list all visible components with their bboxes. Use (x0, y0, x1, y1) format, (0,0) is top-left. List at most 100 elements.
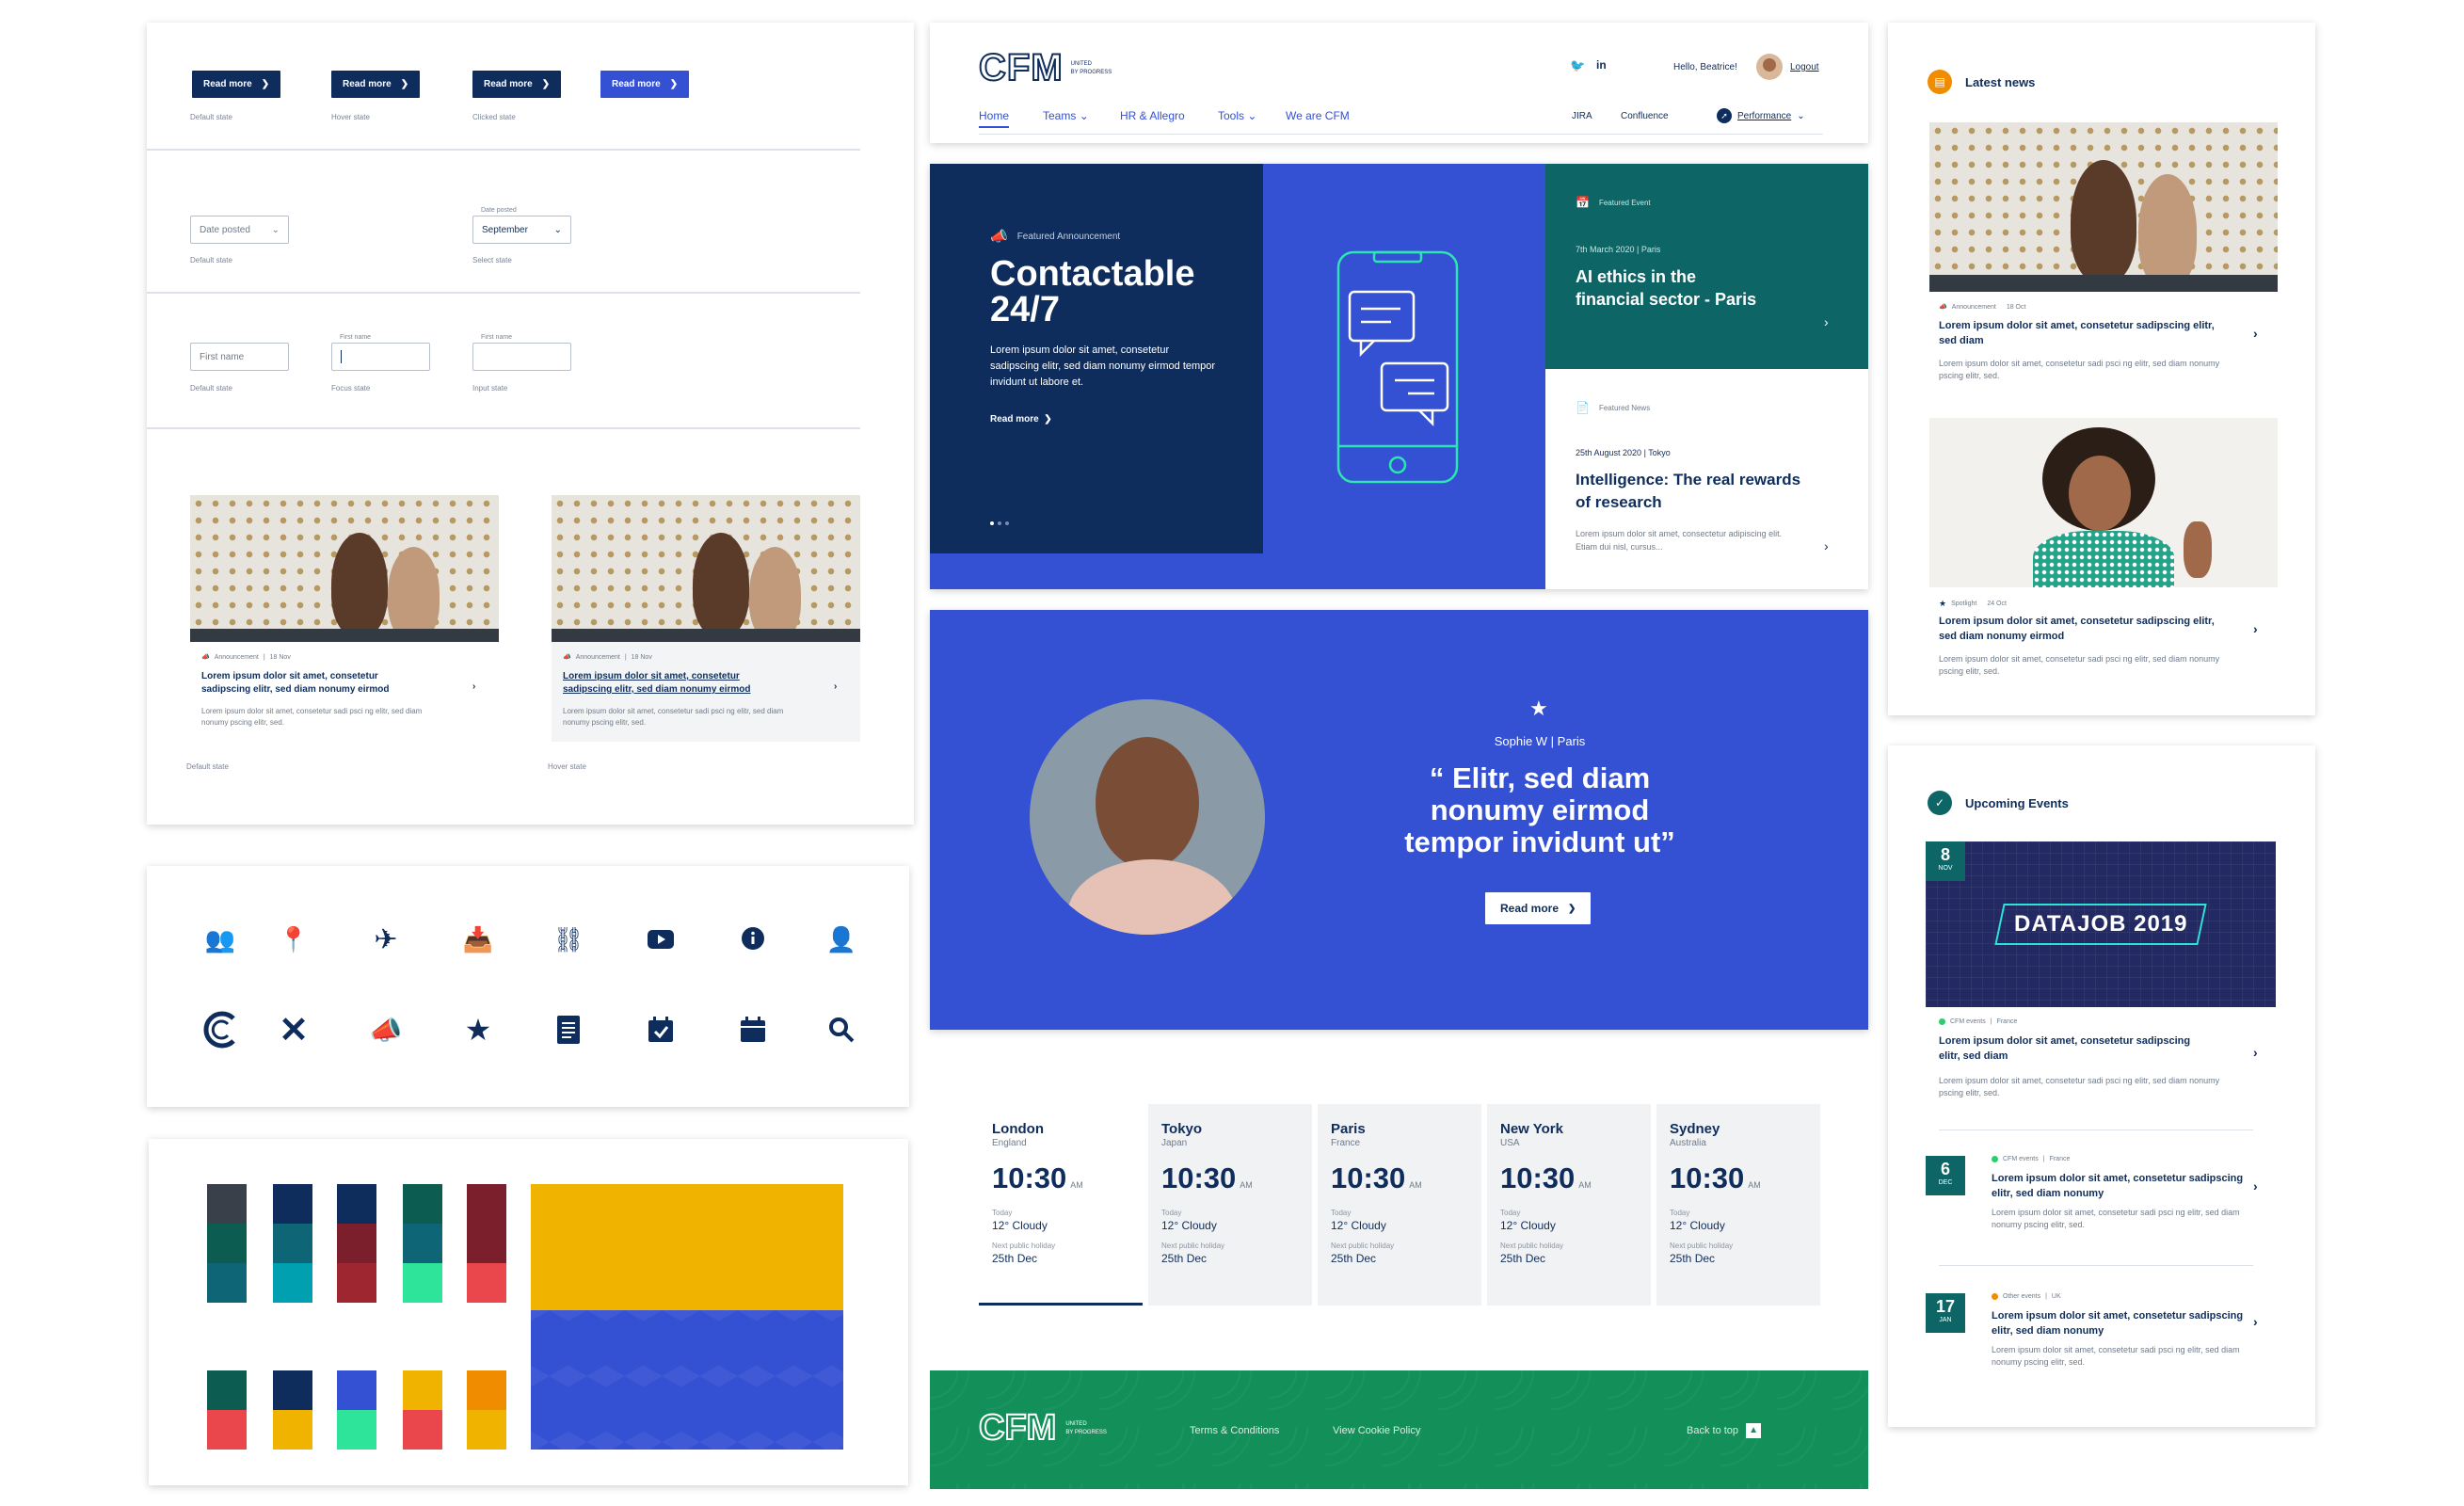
datajob-logo: DATAJOB 2019 (1994, 904, 2207, 945)
event-banner[interactable]: 8 NOV DATAJOB 2019 (1926, 841, 2276, 1007)
news-card-default[interactable]: 📣 Announcement | 18 Nov Lorem ipsum dolor s… (190, 495, 499, 742)
event-body: Lorem ipsum dolor sit amet, consetetur s… (1992, 1345, 2240, 1367)
swatch (207, 1184, 247, 1224)
terms-link[interactable]: Terms & Conditions (1190, 1425, 1279, 1436)
featured-event[interactable]: 📅 Featured Event 7th March 2020 | Paris A… (1545, 164, 1868, 369)
inbox-icon: 📥 (462, 924, 494, 953)
featured-news[interactable]: 📄 Featured News 25th August 2020 | Tokyo … (1545, 369, 1868, 589)
date-posted-dropdown[interactable]: Date posted ⌄ (190, 216, 289, 244)
cfm-logo[interactable]: CFM UNITED BY PROGRESS (978, 46, 1112, 89)
nav-tools[interactable]: Tools ⌄ (1218, 109, 1256, 122)
status-dot (1992, 1156, 1998, 1162)
spotlight-name: Sophie W | Paris (1494, 734, 1586, 748)
swatch (403, 1224, 442, 1263)
event-title[interactable]: Lorem ipsum dolor sit amet, consetetur s… (1992, 1171, 2246, 1201)
jira-link[interactable]: JIRA (1572, 111, 1592, 121)
read-more-button-clicked[interactable]: Read more ❯ (472, 71, 562, 98)
site-header: CFM UNITED BY PROGRESS 🐦 in Hello, Beatri… (930, 23, 1868, 143)
news-photo (1929, 122, 2278, 292)
confluence-link[interactable]: Confluence (1621, 111, 1669, 121)
info-chat-icon (734, 921, 772, 958)
hero-title: Contactable 24/7 (990, 254, 1195, 329)
date-posted-dropdown-selected[interactable]: Date posted September ⌄ (472, 207, 571, 244)
airplane-icon: ✈ (374, 923, 398, 955)
calendar-check-icon (642, 1011, 680, 1049)
chevron-down-icon: ⌄ (271, 224, 280, 235)
event-title[interactable]: Lorem ipsum dolor sit amet, consetetur s… (1939, 1033, 2202, 1064)
news-card-hover[interactable]: 📣 Announcement | 18 Nov Lorem ipsum dolor s… (552, 495, 860, 742)
news-icon: ▤ (1928, 70, 1952, 94)
close-icon: ✕ (279, 1010, 309, 1050)
card-photo (552, 495, 860, 642)
star-icon: ★ (1529, 697, 1548, 720)
news-item-title[interactable]: Lorem ipsum dolor sit amet, consetetur s… (1939, 318, 2221, 348)
hero-announcement[interactable]: 📣 Featured Announcement Contactable 24/7 L… (930, 164, 1263, 553)
big-swatch-blue-pattern (531, 1310, 843, 1450)
hero-section: 📣 Featured Announcement Contactable 24/7 L… (930, 164, 1868, 589)
first-name-input-filled[interactable]: First name (472, 334, 571, 371)
state-label: Clicked state (472, 113, 516, 121)
read-more-button-accent[interactable]: Read more ❯ (600, 71, 690, 98)
star-icon: ★ (1939, 599, 1947, 608)
back-to-top-link[interactable]: Back to top ▲ (1687, 1423, 1762, 1438)
swatch (207, 1224, 247, 1263)
swatch (273, 1263, 312, 1303)
swatch (273, 1224, 312, 1263)
state-label: Input state (472, 384, 508, 393)
swatch (337, 1224, 376, 1263)
spotlight-section: ★ Sophie W | Paris “ Elitr, sed diam non… (930, 610, 1868, 1030)
event-date: 6 DEC (1926, 1156, 1965, 1195)
greeting: Hello, Beatrice! (1673, 62, 1737, 72)
chevron-right-icon: › (2253, 1045, 2258, 1060)
news-item-title[interactable]: Lorem ipsum dolor sit amet, consetetur s… (1939, 614, 2221, 644)
nav-home[interactable]: Home (979, 109, 1010, 128)
spotlight-read-more[interactable]: Read more ❯ (1485, 892, 1592, 924)
swatch (337, 1263, 376, 1303)
megaphone-icon: 📣 (369, 1015, 403, 1045)
first-name-input-focus[interactable]: First name (331, 334, 430, 371)
card-tag: 📣 Announcement | 18 Nov (563, 653, 652, 662)
cookie-policy-link[interactable]: View Cookie Policy (1333, 1425, 1420, 1436)
latest-news-header: ▤ Latest news (1928, 70, 2035, 94)
latest-news-panel: ▤ Latest news 📣 Announcement 18 Oct Lorem … (1888, 23, 2315, 715)
first-name-input-default[interactable]: First name (190, 343, 289, 371)
megaphone-icon: 📣 (201, 654, 210, 661)
calendar-check-icon: 📅 (1576, 196, 1590, 209)
avatar[interactable] (1756, 54, 1783, 80)
icon-set-panel: 👥 📍 ✈ 📥 ⛓ 👤 ✕ 📣 ★ (147, 866, 909, 1107)
status-dot (1992, 1293, 1998, 1300)
nav-teams[interactable]: Teams ⌄ (1043, 109, 1089, 122)
state-label: Hover state (331, 113, 370, 121)
logout-link[interactable]: Logout (1790, 62, 1819, 72)
performance-menu[interactable]: ➚ Performance ⌄ (1717, 108, 1805, 123)
city-clock-london: London England 10:30 AM Today 12° Cloudy Ne… (979, 1104, 1143, 1306)
cfm-logo-icon (200, 1011, 237, 1049)
chevron-right-icon: ❯ (1568, 903, 1576, 914)
event-date: 8 NOV (1926, 841, 1965, 881)
read-more-button-default[interactable]: Read more ❯ (192, 71, 281, 98)
nav-we-are-cfm[interactable]: We are CFM (1286, 109, 1350, 122)
nav-divider (979, 134, 1823, 135)
card-tag: 📣 Announcement | 18 Nov (201, 653, 291, 662)
card-title-link[interactable]: Lorem ipsum dolor sit amet, consetetur s… (563, 670, 789, 697)
card-title: Lorem ipsum dolor sit amet, consetetur s… (201, 671, 390, 695)
footer-logo[interactable]: CFM UNITED BY PROGRESS (978, 1407, 1107, 1449)
state-label: Focus state (331, 384, 371, 393)
swatch (467, 1263, 506, 1303)
divider (147, 427, 860, 429)
big-swatch-yellow (531, 1184, 843, 1310)
event-title[interactable]: Lorem ipsum dolor sit amet, consetetur s… (1992, 1308, 2246, 1338)
gauge-icon: ➚ (1717, 108, 1732, 123)
document-icon (550, 1011, 587, 1049)
twitter-icon[interactable]: 🐦 (1570, 58, 1585, 73)
spotlight-quote: “ Elitr, sed diam nonumy eirmod tempor i… (1404, 761, 1675, 858)
carousel-dots[interactable] (990, 521, 1009, 525)
megaphone-icon: 📣 (990, 229, 1008, 245)
state-label: Hover state (548, 762, 586, 771)
city-clock-paris: Paris France 10:30 AM Today 12° Cloudy Next… (1318, 1104, 1481, 1306)
hero-read-more[interactable]: Read more ❯ (990, 414, 1052, 425)
linkedin-icon[interactable]: in (1596, 58, 1607, 72)
location-pin-icon: 📍 (278, 924, 310, 953)
read-more-button-hover[interactable]: Read more ❯ (331, 71, 421, 98)
nav-hr-allegro[interactable]: HR & Allegro (1120, 109, 1185, 122)
